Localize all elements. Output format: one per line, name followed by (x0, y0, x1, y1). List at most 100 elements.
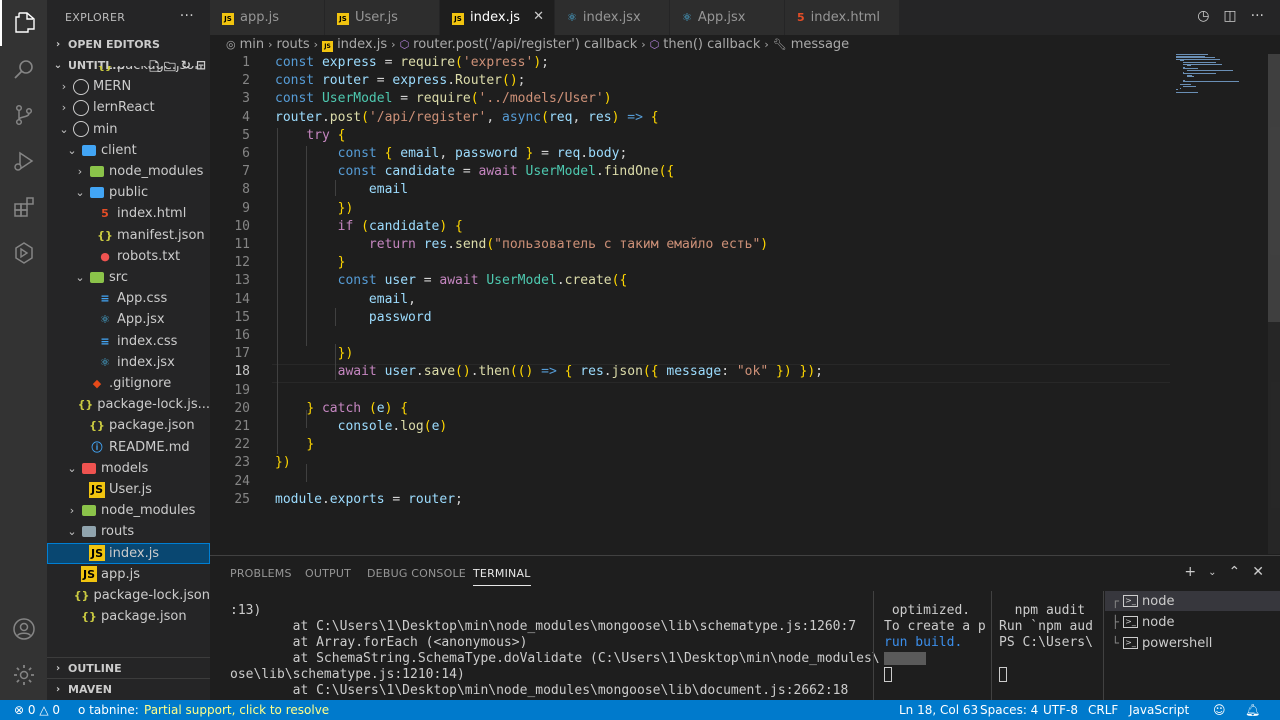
code-line[interactable]: router.post('/api/register', async(req, … (275, 109, 659, 127)
outline-section[interactable]: › OUTLINE (47, 657, 210, 678)
panel-tab-problems[interactable]: PROBLEMS (230, 567, 292, 580)
tree-item[interactable]: ⌄ src (47, 267, 210, 288)
encoding-status[interactable]: UTF-8 (1043, 703, 1078, 717)
code-line[interactable]: } catch (e) { (275, 400, 408, 418)
code-line[interactable]: } (275, 436, 314, 454)
tree-item[interactable]: › lernReact (47, 97, 210, 118)
code-line[interactable]: const express = require('express'); (275, 54, 549, 72)
settings-gear-icon[interactable] (0, 652, 47, 698)
tree-item[interactable]: {} manifest.json (47, 225, 210, 246)
tree-item[interactable]: {} package.json (47, 415, 210, 436)
tree-item[interactable]: JS index.js (47, 542, 210, 564)
problems-status[interactable]: ⊗ 0 △ 0 (14, 703, 60, 717)
panel-tab-output[interactable]: OUTPUT (305, 567, 351, 580)
timeline-icon[interactable]: ◷ (1197, 8, 1209, 24)
source-control-icon[interactable] (0, 92, 47, 138)
code-line[interactable]: if (candidate) { (275, 218, 463, 236)
panel-tab-debug-console[interactable]: DEBUG CONSOLE (367, 567, 466, 580)
code-line[interactable]: return res.send("пользователь с таким ем… (275, 236, 768, 254)
code-line[interactable]: email (275, 181, 408, 199)
new-terminal-icon[interactable]: + (1184, 564, 1196, 580)
terminal-split-divider[interactable] (873, 591, 874, 701)
tabnine-status[interactable]: o tabnine: (78, 703, 139, 717)
cursor-position[interactable]: Ln 18, Col 63 (899, 703, 978, 717)
tree-item[interactable]: ⌄ client (47, 140, 210, 161)
breadcrumb-item[interactable]: routs (277, 37, 310, 52)
breadcrumb-item[interactable]: message (791, 37, 849, 52)
terminal-instance[interactable]: ┌ >_ node (1105, 591, 1280, 611)
tab-index-jsx[interactable]: ⚛ index.jsx (555, 0, 670, 35)
code-line[interactable]: password (275, 309, 432, 327)
tree-item[interactable]: ≡ index.css (47, 331, 210, 352)
maven-section[interactable]: › MAVEN (47, 678, 210, 699)
search-icon[interactable] (0, 46, 47, 92)
language-mode[interactable]: JavaScript (1129, 703, 1189, 717)
eol-status[interactable]: CRLF (1088, 703, 1118, 717)
minimap[interactable] (1176, 54, 1266, 554)
indentation-status[interactable]: Spaces: 4 (980, 703, 1038, 717)
tree-item[interactable]: {} package-lock.js... (47, 394, 210, 415)
tree-item[interactable]: ⌄ routs (47, 521, 210, 542)
account-icon[interactable] (0, 606, 47, 652)
close-panel-icon[interactable]: ✕ (1252, 564, 1264, 580)
tree-item[interactable]: JS app.js (47, 564, 210, 585)
extensions-icon[interactable] (0, 184, 47, 230)
terminal-split-divider[interactable] (991, 591, 992, 701)
tree-item[interactable]: JS User.js (47, 479, 210, 500)
panel-tab-terminal[interactable]: TERMINAL (473, 567, 531, 586)
code-line[interactable]: console.log(e) (275, 418, 448, 436)
tree-item[interactable]: ◆ .gitignore (47, 373, 210, 394)
code-line[interactable]: }) (275, 200, 354, 218)
code-line[interactable]: const UserModel = require('../models/Use… (275, 90, 612, 108)
tree-item[interactable]: ⓘ README.md (47, 437, 210, 458)
terminal-output-2[interactable]: optimized. To create a p run build. (884, 603, 988, 699)
tab-user-js[interactable]: JS User.js (325, 0, 440, 35)
breadcrumb-item[interactable]: min (240, 37, 265, 52)
close-tab-icon[interactable]: ✕ (533, 9, 544, 24)
breadcrumb-item[interactable]: router.post('/api/register') callback (413, 37, 637, 52)
editor-scrollbar-thumb[interactable] (1268, 54, 1280, 322)
code-line[interactable]: try { (275, 127, 345, 145)
terminal-output-3[interactable]: npm audit Run `npm aud PS C:\Users\ (999, 603, 1099, 699)
tree-item[interactable]: ⌄ min (47, 119, 210, 140)
tab-index-js[interactable]: JS index.js ✕ (440, 0, 555, 35)
feedback-icon[interactable]: ☺ (1213, 703, 1226, 717)
code-line[interactable]: }) (275, 345, 354, 363)
tree-item[interactable]: ⌄ public (47, 182, 210, 203)
code-line[interactable]: email, (275, 291, 416, 309)
chevron-down-icon[interactable]: ⌄ (1208, 567, 1216, 580)
tree-item[interactable]: › node_modules (47, 161, 210, 182)
code-editor[interactable]: 1 const express = require('express'); 2 con… (210, 54, 1280, 554)
tree-item[interactable]: ● robots.txt (47, 246, 210, 267)
tree-item[interactable]: ⚛ index.jsx (47, 352, 210, 373)
code-line[interactable]: const router = express.Router(); (275, 72, 526, 90)
code-line[interactable]: const candidate = await UserModel.findOn… (275, 163, 675, 181)
code-line[interactable]: } (275, 254, 346, 272)
run-debug-icon[interactable] (0, 138, 47, 184)
tab-app-js[interactable]: JS app.js (210, 0, 325, 35)
tab-app-jsx[interactable]: ⚛ App.jsx (670, 0, 785, 35)
code-line[interactable]: }) (275, 454, 291, 472)
notifications-bell-icon[interactable]: 🔔︎ (1245, 703, 1260, 717)
tree-item[interactable]: {} package.json (47, 66, 210, 76)
terminal-instance[interactable]: └ >_ powershell (1105, 633, 1280, 653)
tree-item[interactable]: ≡ App.css (47, 288, 210, 309)
more-actions-icon[interactable]: ··· (1251, 8, 1264, 24)
code-line[interactable]: const { email, password } = req.body; (275, 145, 628, 163)
breadcrumb-item[interactable]: then() callback (663, 37, 760, 52)
code-line[interactable]: const user = await UserModel.create({ (275, 272, 628, 290)
remote-explorer-icon[interactable] (0, 230, 47, 276)
tree-item[interactable]: {} package-lock.json (47, 585, 210, 606)
breadcrumb-item[interactable]: index.js (337, 37, 387, 52)
tree-item[interactable]: › node_modules (47, 500, 210, 521)
split-editor-icon[interactable]: ◫ (1223, 8, 1236, 24)
terminal-instance[interactable]: ├ >_ node (1105, 612, 1280, 632)
tree-item[interactable]: › MERN (47, 76, 210, 97)
maximize-panel-icon[interactable]: ⌃ (1229, 564, 1241, 580)
explorer-icon[interactable] (0, 0, 47, 46)
open-editors-section[interactable]: › OPEN EDITORS (47, 34, 210, 55)
tree-item[interactable]: ⚛ App.jsx (47, 309, 210, 330)
tree-item[interactable]: ⌄ models (47, 458, 210, 479)
tabnine-message[interactable]: Partial support, click to resolve (144, 703, 329, 717)
tab-index-html[interactable]: 5 index.html (785, 0, 900, 35)
